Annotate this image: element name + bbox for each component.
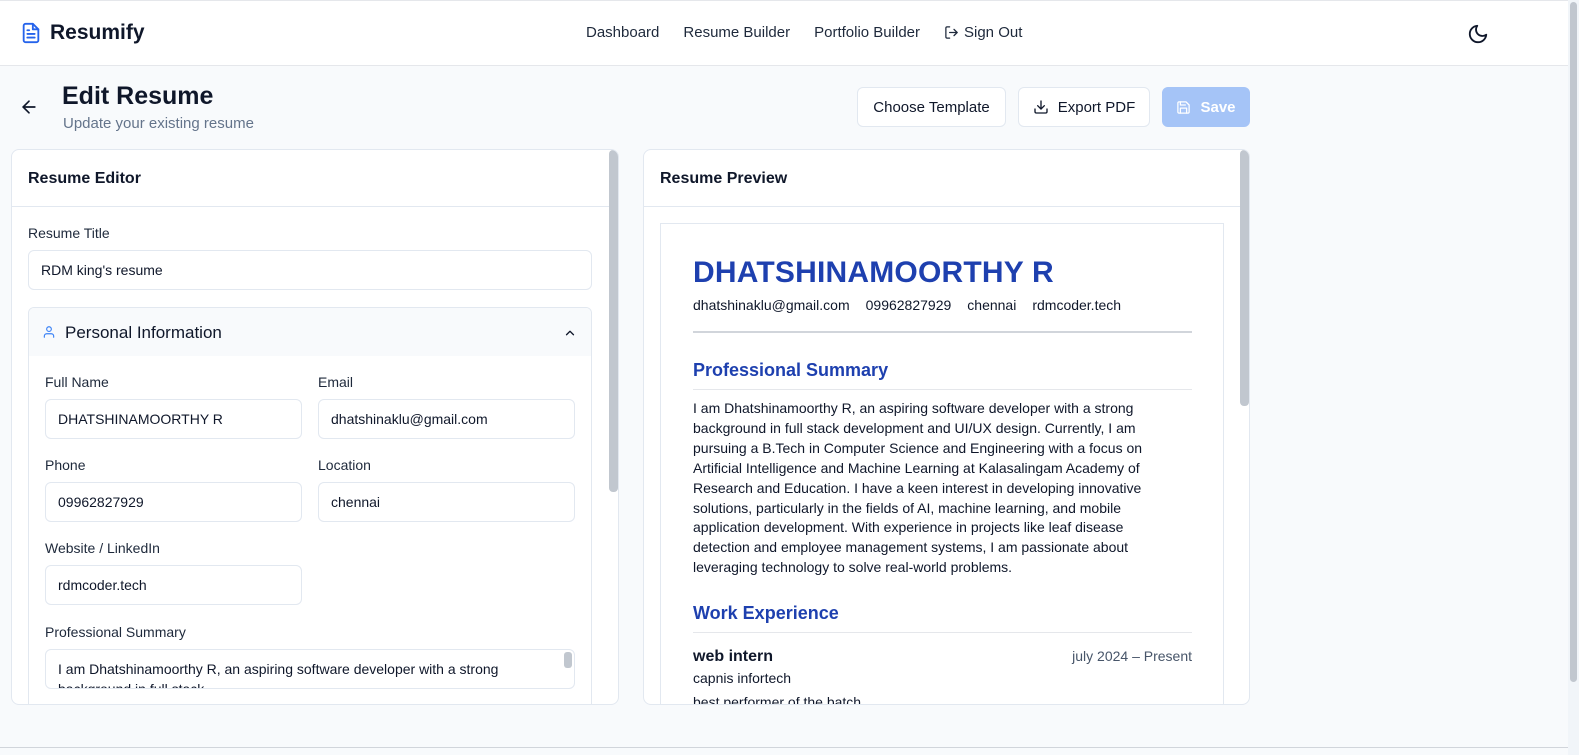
nav-dashboard[interactable]: Dashboard	[586, 24, 659, 41]
nav-sign-out[interactable]: Sign Out	[944, 24, 1022, 41]
log-out-icon	[945, 26, 958, 39]
save-button[interactable]: Save	[1162, 87, 1250, 127]
user-icon	[43, 326, 55, 338]
summary-label: Professional Summary	[45, 624, 186, 640]
summary-textarea-text: I am Dhatshinamoorthy R, an aspiring sof…	[58, 661, 499, 689]
resume-name: DHATSHINAMOORTHY R	[693, 256, 1054, 289]
preview-scrollbar-thumb[interactable]	[1240, 150, 1249, 406]
email-label: Email	[318, 374, 354, 390]
main-nav: Dashboard Resume Builder Portfolio Build…	[586, 24, 1022, 41]
resume-summary-text: I am Dhatshinamoorthy R, an aspiring sof…	[693, 400, 1143, 576]
editor-panel-header: Resume Editor	[12, 150, 618, 207]
job-title: web intern	[693, 648, 774, 665]
full-name-input[interactable]	[45, 399, 302, 439]
choose-template-button[interactable]: Choose Template	[857, 87, 1006, 127]
export-pdf-button[interactable]: Export PDF	[1018, 87, 1150, 127]
resume-website: rdmcoder.tech	[1032, 297, 1122, 313]
top-navbar: Resumify Dashboard Resume Builder Portfo…	[0, 0, 1568, 66]
brand-name: Resumify	[50, 21, 145, 44]
resume-email: dhatshinaklu@gmail.com	[693, 297, 850, 313]
nav-portfolio-builder[interactable]: Portfolio Builder	[814, 24, 920, 41]
sign-out-label: Sign Out	[964, 24, 1023, 41]
phone-label: Phone	[45, 457, 86, 473]
summary-textarea[interactable]: I am Dhatshinamoorthy R, an aspiring sof…	[45, 649, 575, 689]
divider	[0, 747, 1568, 748]
page-scrollbar[interactable]	[1568, 0, 1579, 755]
editor-scrollbar[interactable]	[608, 150, 618, 704]
resume-phone: 09962827929	[865, 297, 952, 313]
resume-location: chennai	[967, 297, 1017, 313]
summary-heading-rule	[693, 389, 1192, 390]
page-scrollbar-thumb[interactable]	[1570, 2, 1577, 682]
resume-editor-panel: Resume Editor Resume Title Personal Info…	[11, 149, 619, 705]
textarea-scrollbar[interactable]	[564, 652, 572, 668]
resume-title-input[interactable]	[28, 250, 592, 290]
personal-information-section: Personal Information Full Name Email Pho…	[28, 307, 592, 704]
location-label: Location	[318, 457, 371, 473]
preview-scrollbar[interactable]	[1239, 150, 1249, 704]
download-icon	[1034, 100, 1048, 114]
location-input[interactable]	[318, 482, 575, 522]
website-input[interactable]	[45, 565, 302, 605]
chevron-up-icon[interactable]	[563, 326, 577, 340]
resume-preview-panel: Resume Preview DHATSHINAMOORTHY R dhatsh…	[643, 149, 1250, 705]
resume-title-label: Resume Title	[28, 225, 110, 241]
preview-panel-title: Resume Preview	[660, 170, 788, 187]
nav-resume-builder[interactable]: Resume Builder	[683, 24, 790, 41]
personal-information-title: Personal Information	[65, 323, 222, 342]
arrow-left-icon[interactable]	[19, 97, 39, 117]
personal-information-header[interactable]: Personal Information	[29, 308, 591, 356]
save-icon	[1177, 100, 1191, 114]
resume-document: DHATSHINAMOORTHY R dhatshinaklu@gmail.co…	[660, 223, 1224, 705]
website-label: Website / LinkedIn	[45, 540, 160, 556]
file-text-icon	[22, 22, 40, 44]
job-company: capnis infortech	[693, 670, 792, 686]
job-dates: july 2024 – Present	[1072, 648, 1192, 664]
resume-summary-heading: Professional Summary	[693, 360, 889, 380]
brand[interactable]: Resumify	[20, 21, 145, 45]
page-subtitle: Update your existing resume	[63, 115, 254, 132]
full-name-label: Full Name	[45, 374, 109, 390]
phone-input[interactable]	[45, 482, 302, 522]
resume-header-divider	[693, 331, 1192, 333]
editor-scrollbar-thumb[interactable]	[609, 150, 618, 492]
preview-panel-header: Resume Preview	[644, 150, 1249, 207]
editor-panel-title: Resume Editor	[28, 170, 141, 187]
resume-experience-heading: Work Experience	[693, 603, 839, 623]
export-pdf-label: Export PDF	[1057, 98, 1136, 116]
resume-contacts: dhatshinaklu@gmail.com 09962827929 chenn…	[693, 297, 1121, 313]
page-title: Edit Resume	[62, 82, 214, 110]
email-input[interactable]	[318, 399, 575, 439]
moon-icon[interactable]	[1467, 23, 1489, 45]
experience-heading-rule	[693, 632, 1192, 633]
save-label: Save	[1200, 98, 1236, 116]
job-description: best performer of the batch	[693, 694, 862, 705]
choose-template-label: Choose Template	[873, 98, 990, 116]
